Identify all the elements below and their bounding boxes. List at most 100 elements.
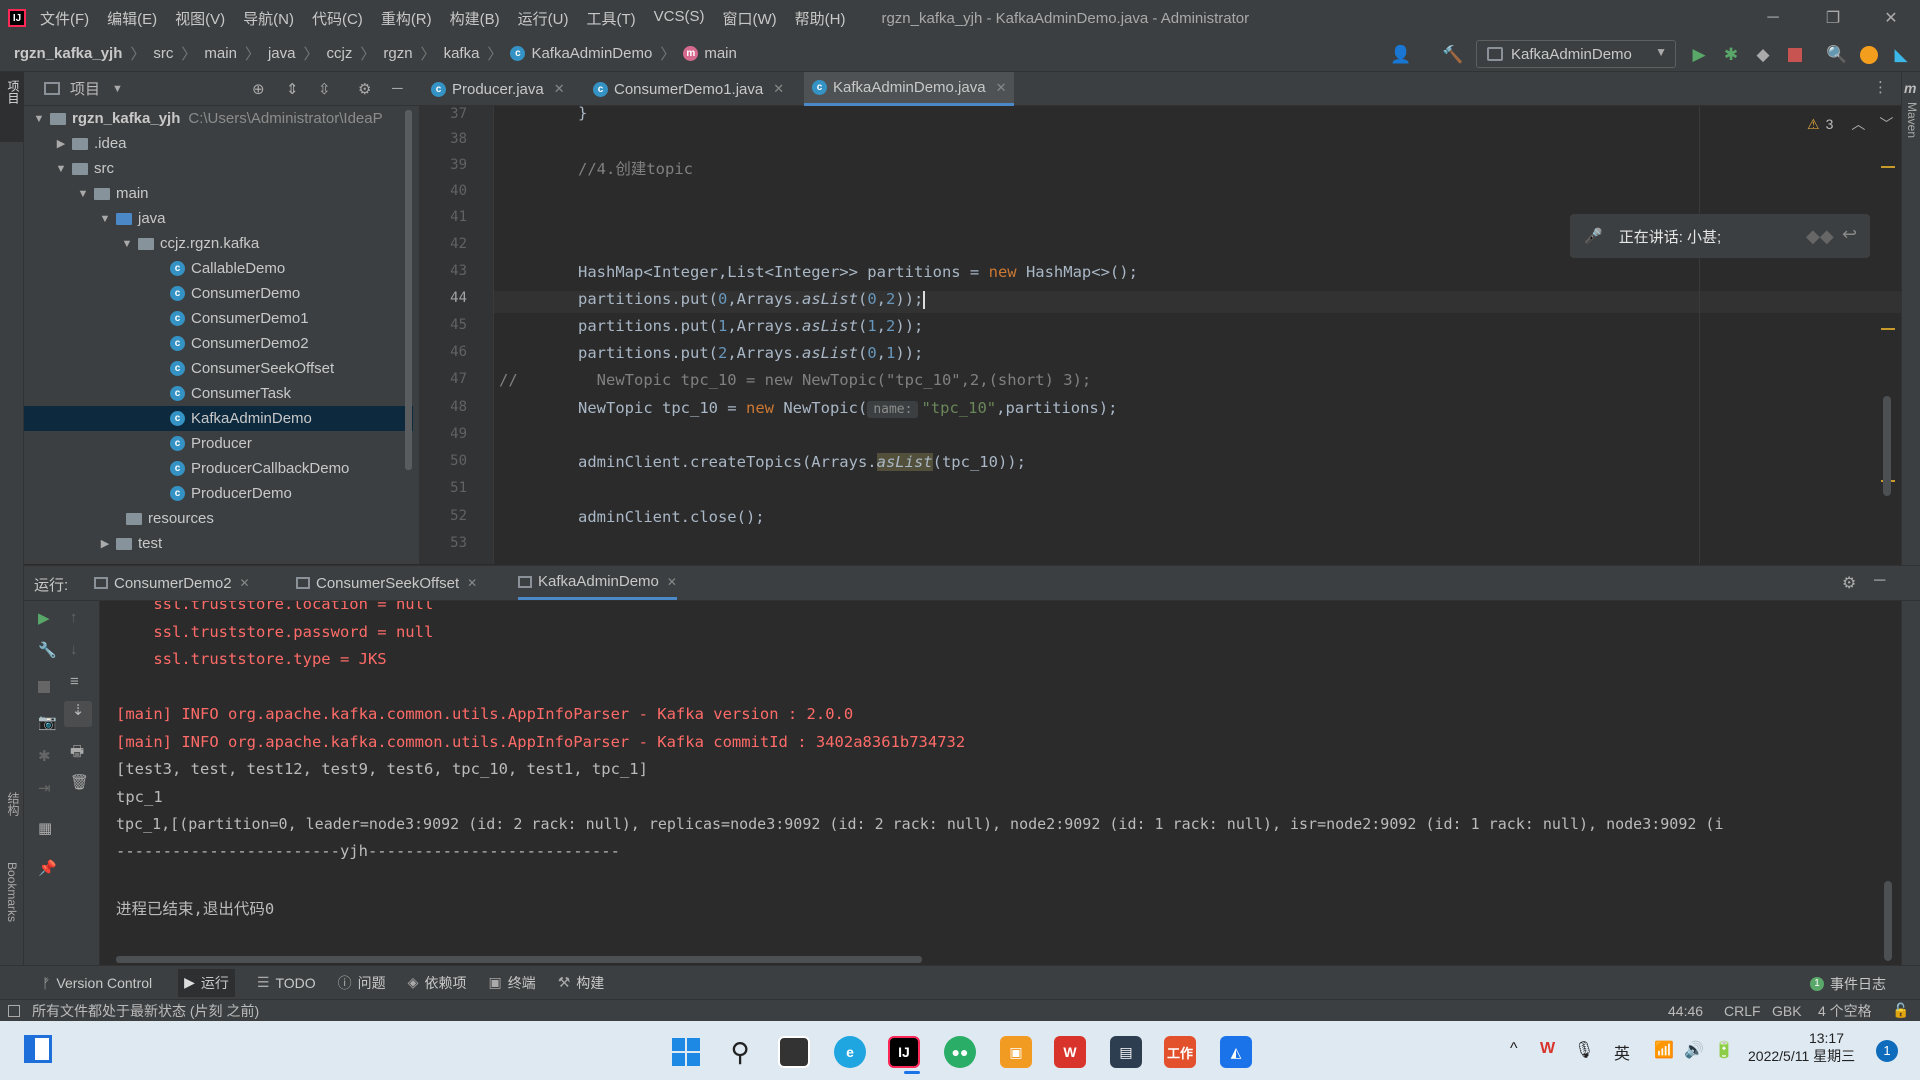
search-icon[interactable]: ⚲ [724,1036,756,1068]
tab-consumerdemo1-java[interactable]: c ConsumerDemo1.java ✕ [585,72,792,106]
menu-navigate[interactable]: 导航(N) [241,8,296,29]
minimize-button[interactable]: ─ [1744,0,1802,36]
update-icon[interactable] [1858,44,1880,66]
debug-bug-icon[interactable]: ✱ [38,747,51,765]
hide-panel-icon[interactable]: ─ [392,80,403,97]
soft-wrap-icon[interactable]: ≡ [70,673,79,690]
rerun-icon[interactable]: ▶ [38,609,50,627]
tree-item-idea[interactable]: ▶ .idea [54,131,127,156]
chevron-up-icon[interactable]: ︿ [1851,114,1865,134]
start-button[interactable] [670,1036,702,1068]
tab-producer-java[interactable]: c Producer.java ✕ [423,72,573,106]
breadcrumb-java[interactable]: java [268,45,296,62]
photos-icon[interactable]: ◭ [1220,1036,1252,1068]
menu-help[interactable]: 帮助(H) [793,8,848,29]
pin-icon[interactable]: 📌 [38,859,57,877]
caret-position[interactable]: 44:46 [1668,1003,1703,1019]
editor-scrollbar[interactable] [1883,396,1891,496]
menu-tools[interactable]: 工具(T) [584,8,637,29]
exit-icon[interactable]: ⇥ [38,779,51,797]
app-window-icon[interactable]: ▣ [1000,1036,1032,1068]
tree-scrollbar[interactable] [405,106,412,564]
tree-root[interactable]: ▼ rgzn_kafka_yjh C:\Users\Administrator\… [32,106,383,131]
menu-view[interactable]: 视图(V) [173,8,227,29]
notification-badge[interactable]: 1 [1876,1040,1898,1062]
menu-code[interactable]: 代码(C) [310,8,365,29]
menu-vcs[interactable]: VCS(S) [652,8,707,29]
menu-file[interactable]: 文件(F) [38,8,91,29]
tab-todo[interactable]: ☰ TODO [257,974,316,991]
tree-item-producer[interactable]: c Producer [170,431,252,456]
close-icon[interactable]: ✕ [773,81,784,97]
back-arrow-icon[interactable]: ↩ [1842,224,1857,245]
layout-icon[interactable]: ▦ [38,819,52,837]
trash-icon[interactable]: 🗑 [70,773,89,791]
wechat-icon[interactable]: ●● [944,1036,976,1068]
menu-edit[interactable]: 编辑(E) [105,8,159,29]
tab-kafkaadmindemo-java[interactable]: c KafkaAdminDemo.java ✕ [804,72,1015,106]
tree-item-producercallbackdemo[interactable]: c ProducerCallbackDemo [170,456,349,481]
tree-item-callabledemo[interactable]: c CallableDemo [170,256,285,281]
breadcrumb-project[interactable]: rgzn_kafka_yjh [14,45,122,62]
run-icon[interactable]: ▶ [1688,44,1710,66]
wrench-icon[interactable]: 🔧 [38,641,57,659]
tab-version-control[interactable]: ᚠ Version Control [42,975,152,991]
project-tool-button[interactable]: 项目 [0,72,24,142]
collapse-all-icon[interactable]: ⇳ [318,80,331,98]
collapse-icon[interactable]: ◆◆ [1806,226,1834,247]
close-icon[interactable]: ✕ [554,81,565,97]
locate-icon[interactable]: ⊕ [252,80,265,98]
more-tabs-icon[interactable]: ⋮ [1873,78,1888,96]
stop-icon[interactable] [38,681,50,693]
menu-run[interactable]: 运行(U) [516,8,571,29]
indent-setting[interactable]: 4 个空格 [1818,1001,1872,1021]
close-icon[interactable]: ✕ [996,80,1007,96]
gear-icon[interactable]: ⚙ [358,80,371,98]
tree-item-main[interactable]: ▼ main [76,181,149,206]
chevron-down-icon[interactable]: ▼ [112,83,123,95]
breadcrumb-rgzn[interactable]: rgzn [383,45,412,62]
menu-build[interactable]: 构建(B) [448,8,502,29]
maven-side-label[interactable]: Maven [1905,102,1919,138]
battery-icon[interactable]: 🔋 [1714,1040,1734,1060]
search-icon[interactable]: 🔍 [1826,44,1848,66]
console-v-scrollbar[interactable] [1884,881,1892,961]
tree-item-test[interactable]: ▶ test [98,531,162,556]
breadcrumb-class[interactable]: KafkaAdminDemo [531,45,652,62]
tab-build[interactable]: ⚒ 构建 [558,973,605,993]
tab-terminal[interactable]: ▣ 终端 [488,973,535,993]
tab-run[interactable]: ▶ 运行 [178,968,235,997]
menu-window[interactable]: 窗口(W) [720,8,778,29]
toolbox-icon[interactable]: ◣ [1890,44,1912,66]
gear-icon[interactable]: ⚙ [1842,573,1856,593]
code-editor[interactable]: 37 38 39 40 41 42 43 44 45 46 47 48 49 5… [419,106,1901,564]
ime-indicator[interactable]: 英 [1614,1040,1630,1064]
breadcrumb-main[interactable]: main [204,45,237,62]
up-arrow-icon[interactable]: ↑ [70,609,78,626]
intellij-taskbar-icon[interactable]: IJ [888,1036,920,1068]
run-config-select[interactable]: KafkaAdminDemo ▼ [1476,40,1676,68]
run-tab-consumerseekoffset[interactable]: ConsumerSeekOffset ✕ [296,566,477,600]
clock[interactable]: 13:17 2022/5/11 星期三 [1748,1030,1855,1066]
edge-browser-icon[interactable]: e [834,1036,866,1068]
breadcrumb-src[interactable]: src [153,45,173,62]
tree-item-consumertask[interactable]: c ConsumerTask [170,381,291,406]
coverage-icon[interactable]: ◆ [1752,44,1774,66]
wifi-icon[interactable]: 📶 [1654,1040,1674,1060]
status-toggle-icon[interactable] [8,1004,20,1017]
hide-panel-icon[interactable]: ─ [1874,572,1885,590]
inspection-widget[interactable]: ⚠ 3 ︿ ﹀ [1807,114,1893,134]
task-view-icon[interactable] [778,1036,810,1068]
breadcrumb-method[interactable]: main [704,45,737,62]
tree-item-producerdemo[interactable]: c ProducerDemo [170,481,292,506]
console-output[interactable]: ssl.truststore.location = null ssl.trust… [100,601,1900,965]
file-encoding[interactable]: GBK [1772,1003,1802,1019]
microphone-icon[interactable]: 🎙 [1574,1040,1594,1060]
work-app-icon[interactable]: 工作 [1164,1036,1196,1068]
down-arrow-icon[interactable]: ↓ [70,641,78,658]
tree-item-java[interactable]: ▼ java [98,206,166,231]
close-icon[interactable]: ✕ [667,575,677,589]
tree-item-src[interactable]: ▼ src [54,156,114,181]
event-log-button[interactable]: 1 事件日志 [1810,974,1886,994]
menu-refactor[interactable]: 重构(R) [379,8,434,29]
